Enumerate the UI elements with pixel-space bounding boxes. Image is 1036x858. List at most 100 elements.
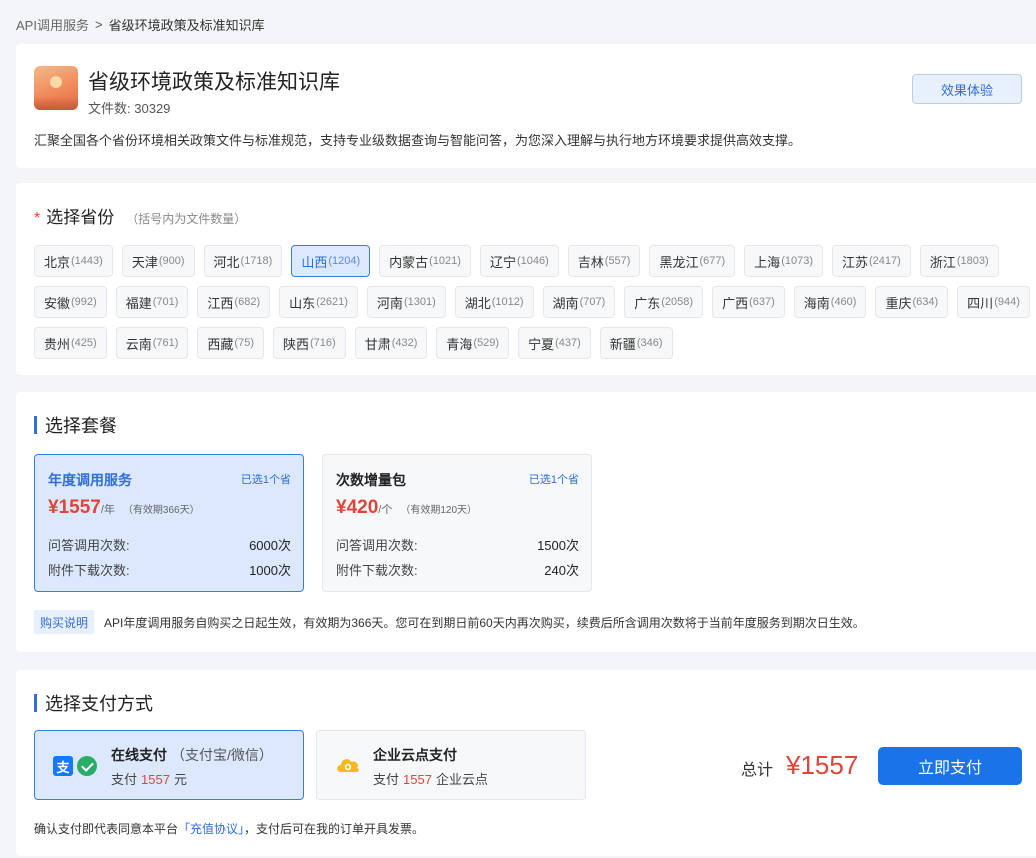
province-name: 江苏 — [841, 254, 868, 270]
province-chip[interactable]: 浙江 (1803) — [919, 245, 999, 277]
province-name: 重庆 — [885, 295, 912, 311]
plan-option-annual[interactable]: 年度调用服务 已选1个省 ¥1557 /年 （有效期366天） 问答调用次数: … — [34, 454, 304, 592]
province-chip[interactable]: 广东 (2058) — [624, 286, 704, 318]
province-chip[interactable]: 云南 (761) — [115, 327, 189, 359]
province-name: 天津 — [131, 254, 158, 270]
province-chip[interactable]: 上海 (1073) — [744, 245, 823, 277]
plan-unit: /年 — [100, 504, 115, 516]
province-name: 西藏 — [207, 336, 234, 352]
plan-title: 选择套餐 — [45, 416, 117, 436]
province-chip[interactable]: 西藏 (75) — [197, 327, 264, 359]
province-name: 广东 — [634, 295, 661, 311]
plan-qa-value: 1500次 — [537, 538, 579, 553]
province-file-count: (707) — [579, 296, 606, 308]
province-chip[interactable]: 天津 (900) — [121, 245, 195, 277]
purchase-note-text: API年度调用服务自购买之日起生效，有效期为366天。您可在到期日前60天内再次… — [104, 616, 865, 630]
experience-button[interactable]: 效果体验 — [912, 74, 1022, 104]
plan-download-row: 附件下载次数: 240次 — [336, 560, 579, 579]
province-chip[interactable]: 福建 (701) — [115, 286, 189, 318]
province-chip[interactable]: 黑龙江 (677) — [649, 245, 736, 277]
pay-line-prefix: 支付 — [111, 772, 138, 787]
province-name: 福建 — [125, 295, 152, 311]
province-chip[interactable]: 山东 (2621) — [279, 286, 358, 318]
plan-qa-value: 6000次 — [249, 538, 291, 553]
province-chip[interactable]: 海南 (460) — [793, 286, 867, 318]
province-file-count: (1073) — [781, 255, 813, 267]
plan-qa-row: 问答调用次数: 6000次 — [48, 535, 291, 554]
province-file-count: (557) — [604, 255, 631, 267]
province-name: 内蒙古 — [389, 254, 429, 270]
province-chip[interactable]: 湖北 (1012) — [454, 286, 534, 318]
province-file-count: (1803) — [956, 255, 989, 267]
province-file-count: (529) — [473, 337, 500, 349]
province-file-count: (75) — [234, 337, 254, 349]
province-file-count: (1301) — [403, 296, 436, 308]
province-name: 湖南 — [552, 295, 579, 311]
total-label: 总计 — [741, 762, 774, 779]
pay-now-button[interactable]: 立即支付 — [878, 747, 1022, 785]
province-name: 青海 — [446, 336, 473, 352]
province-name: 贵州 — [44, 336, 71, 352]
plan-price-row: ¥1557 /年 （有效期366天） — [48, 497, 200, 519]
province-chip[interactable]: 四川 (944) — [957, 286, 1030, 318]
province-name: 黑龙江 — [659, 254, 699, 270]
province-file-count: (460) — [830, 296, 857, 308]
province-chip[interactable]: 青海 (529) — [436, 327, 510, 359]
payment-option-online[interactable]: 支 在线支付 （支付宝/微信） 支付 1557 元 — [34, 730, 304, 800]
province-file-count: (1443) — [71, 255, 103, 267]
breadcrumb-api-service-link[interactable]: API调用服务 — [16, 15, 89, 34]
province-file-count: (900) — [158, 255, 185, 267]
province-chip[interactable]: 陕西 (716) — [272, 327, 346, 359]
province-chip[interactable]: 宁夏 (437) — [518, 327, 591, 359]
province-chip[interactable]: 湖南 (707) — [542, 286, 616, 318]
title-accent-bar — [34, 694, 37, 712]
enterprise-pay-amount-line: 支付 1557 企业云点 — [373, 769, 488, 788]
province-name: 河北 — [213, 254, 240, 270]
pay-line-prefix: 支付 — [373, 772, 400, 787]
province-file-count: (992) — [71, 296, 97, 308]
province-chip[interactable]: 安徽 (992) — [34, 286, 107, 318]
province-chip[interactable]: 河北 (1718) — [203, 245, 283, 277]
province-hint: （括号内为文件数量） — [126, 212, 247, 226]
file-count-label: 文件数: — [88, 101, 131, 116]
payment-option-enterprise[interactable]: 企业云点支付 支付 1557 企业云点 — [316, 730, 586, 800]
payment-option-name: 在线支付 （支付宝/微信） — [111, 745, 273, 765]
province-name: 江西 — [207, 295, 234, 311]
province-chip[interactable]: 江苏 (2417) — [831, 245, 911, 277]
plan-price: ¥1557 — [48, 497, 101, 518]
plan-option-pack[interactable]: 次数增量包 已选1个省 ¥420 /个 （有效期120天） 问答调用次数: 15… — [322, 454, 592, 592]
recharge-agreement-link[interactable]: 「充值协议」 — [178, 822, 244, 836]
province-list: 北京 (1443) 天津 (900) 河北 (1718) 山西 (1204) 内蒙古 (1021)… — [34, 245, 1034, 359]
province-chip[interactable]: 重庆 (634) — [875, 286, 949, 318]
province-name: 河南 — [376, 295, 403, 311]
province-chip[interactable]: 北京 (1443) — [34, 245, 113, 277]
province-chip[interactable]: 辽宁 (1046) — [479, 245, 559, 277]
breadcrumb-current: 省级环境政策及标准知识库 — [108, 18, 265, 33]
online-pay-sub: （支付宝/微信） — [171, 747, 273, 763]
province-chip[interactable]: 吉林 (557) — [567, 245, 641, 277]
agreement-prefix: 确认支付即代表同意本平台 — [34, 822, 179, 836]
plan-name: 年度调用服务 — [48, 472, 132, 488]
plan-title-row: 选择套餐 — [34, 412, 117, 438]
wechat-pay-icon — [77, 756, 97, 776]
province-title-row: * 选择省份 （括号内为文件数量） — [34, 203, 246, 228]
province-chip[interactable]: 河南 (1301) — [366, 286, 446, 318]
plan-download-label: 附件下载次数: — [48, 563, 130, 578]
province-chip[interactable]: 广西 (637) — [712, 286, 785, 318]
plan-download-label: 附件下载次数: — [336, 563, 418, 578]
province-chip[interactable]: 江西 (682) — [197, 286, 271, 318]
plan-price: ¥420 — [336, 497, 379, 518]
file-count: 文件数: 30329 — [88, 98, 170, 117]
province-chip[interactable]: 新疆 (346) — [599, 327, 673, 359]
province-file-count: (637) — [749, 296, 775, 308]
enterprise-pay-name: 企业云点支付 — [373, 747, 457, 763]
total-amount: ¥1557 — [786, 750, 859, 780]
province-file-count: (2417) — [869, 255, 901, 267]
province-file-count: (1204) — [328, 255, 361, 267]
payment-title: 选择支付方式 — [45, 694, 153, 714]
online-pay-icons: 支 — [53, 756, 97, 776]
province-chip[interactable]: 内蒙古 (1021) — [379, 245, 471, 277]
province-chip[interactable]: 甘肃 (432) — [354, 327, 428, 359]
province-chip[interactable]: 贵州 (425) — [34, 327, 107, 359]
province-chip[interactable]: 山西 (1204) — [291, 245, 371, 277]
